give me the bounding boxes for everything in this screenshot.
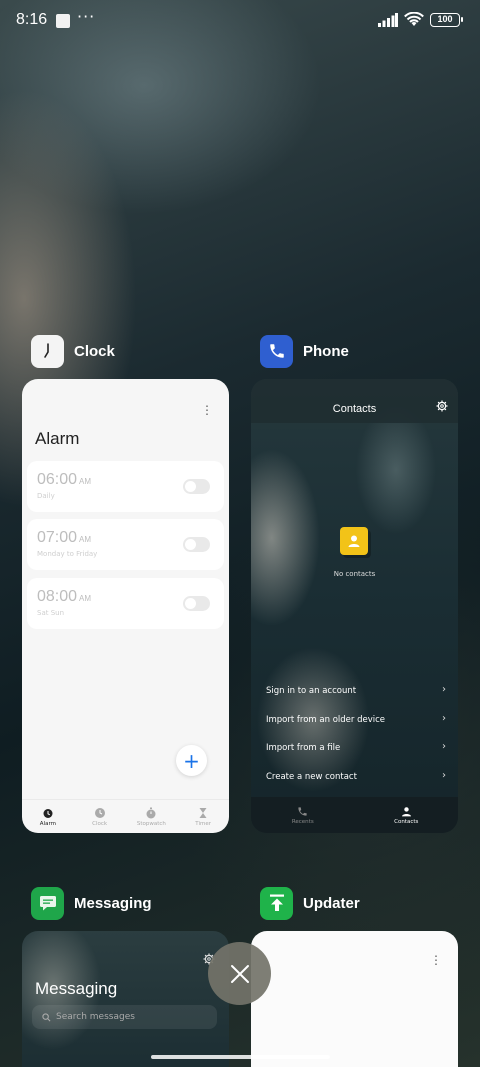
alarm-ampm: AM: [79, 594, 92, 603]
bottom-nav: Alarm Clock Stopwatch Timer: [22, 799, 229, 833]
more-notifications-icon: ···: [77, 7, 96, 26]
chevron-right-icon: ›: [442, 741, 446, 752]
app-header-clock[interactable]: Clock: [31, 334, 115, 368]
battery-icon: 100: [430, 12, 463, 27]
stopwatch-icon: [146, 807, 156, 818]
nav-clock[interactable]: Clock: [74, 800, 126, 833]
empty-state-text: No contacts: [333, 570, 376, 578]
app-card-clock[interactable]: ⋮ Alarm 06:00 AM Daily 07:00 AM Monday to …: [22, 379, 229, 833]
home-indicator[interactable]: [151, 1055, 330, 1059]
nav-label: Clock: [92, 820, 108, 827]
alarm-item[interactable]: 08:00 AM Sat Sun: [27, 578, 224, 629]
bottom-nav: Recents Contacts: [251, 797, 458, 833]
app-card-messaging[interactable]: Messaging Search messages: [22, 931, 229, 1067]
nav-contacts[interactable]: Contacts: [355, 797, 459, 833]
sign-in-account-item[interactable]: Sign in to an account ›: [266, 684, 446, 696]
menu-label: Import from a file: [266, 743, 341, 753]
app-name: Updater: [303, 894, 360, 912]
nav-recents[interactable]: Recents: [251, 797, 355, 833]
more-options-icon[interactable]: ⋮: [430, 953, 442, 967]
alarm-toggle[interactable]: [183, 479, 210, 494]
menu-label: Sign in to an account: [266, 686, 357, 696]
phone-icon: [260, 334, 293, 368]
nav-label: Contacts: [394, 818, 419, 825]
app-card-phone[interactable]: Contacts No contacts Sign in to an accou…: [251, 379, 458, 833]
person-icon: [401, 806, 411, 816]
nav-label: Recents: [291, 818, 314, 825]
clock-icon: [94, 807, 105, 818]
import-older-device-item[interactable]: Import from an older device ›: [266, 713, 446, 725]
create-contact-item[interactable]: Create a new contact ›: [266, 770, 446, 782]
alarm-ampm: AM: [79, 477, 92, 486]
alarm-item[interactable]: 07:00 AM Monday to Friday: [27, 519, 224, 570]
app-name: Phone: [303, 342, 349, 360]
app-header-messaging[interactable]: Messaging: [31, 886, 152, 920]
alarm-ampm: AM: [79, 535, 92, 544]
settings-gear-icon[interactable]: [436, 400, 448, 412]
chevron-right-icon: ›: [442, 770, 446, 781]
nav-alarm[interactable]: Alarm: [22, 800, 74, 833]
alarm-toggle[interactable]: [183, 537, 210, 552]
alarm-time: 07:00: [37, 529, 78, 546]
nav-label: Timer: [195, 820, 211, 827]
alarm-repeat: Monday to Friday: [37, 550, 98, 558]
search-input[interactable]: Search messages: [32, 1005, 217, 1029]
clear-all-button[interactable]: [208, 942, 271, 1005]
phone-topbar: [251, 379, 458, 423]
chevron-right-icon: ›: [442, 713, 446, 724]
alarm-repeat: Daily: [37, 492, 55, 500]
alarm-item[interactable]: 06:00 AM Daily: [27, 461, 224, 512]
contacts-empty-icon: [340, 527, 368, 555]
menu-label: Import from an older device: [266, 715, 385, 725]
search-icon: [42, 1012, 51, 1021]
app-card-updater[interactable]: ⋮: [251, 931, 458, 1067]
page-title: Contacts: [332, 403, 377, 415]
clock-icon: [31, 334, 64, 368]
wifi-icon: [404, 12, 424, 26]
signal-icon: [378, 12, 398, 27]
app-name: Clock: [74, 342, 115, 360]
notification-icon: [56, 14, 70, 28]
alarm-toggle[interactable]: [183, 596, 210, 611]
nav-timer[interactable]: Timer: [177, 800, 229, 833]
app-name: Messaging: [74, 894, 152, 912]
search-placeholder: Search messages: [56, 1012, 135, 1022]
phone-icon: [298, 806, 307, 816]
app-header-phone[interactable]: Phone: [260, 334, 349, 368]
status-time: 8:16: [16, 11, 48, 28]
nav-stopwatch[interactable]: Stopwatch: [126, 800, 178, 833]
page-title: Alarm: [35, 429, 80, 448]
more-options-icon[interactable]: ⋮: [201, 403, 213, 417]
menu-label: Create a new contact: [266, 772, 357, 782]
page-title: Messaging: [35, 979, 118, 998]
chevron-right-icon: ›: [442, 684, 446, 695]
alarm-icon: [43, 808, 53, 818]
add-alarm-button[interactable]: +: [176, 745, 207, 776]
nav-label: Alarm: [39, 820, 56, 827]
alarm-time: 08:00: [37, 588, 78, 605]
app-header-updater[interactable]: Updater: [260, 886, 360, 920]
status-bar: 8:16 ··· 100: [0, 0, 480, 44]
status-icons: 100: [378, 12, 463, 27]
import-file-item[interactable]: Import from a file ›: [266, 741, 446, 753]
updater-icon: [260, 886, 293, 920]
messaging-icon: [31, 886, 64, 920]
alarm-time: 06:00: [37, 471, 78, 488]
alarm-repeat: Sat Sun: [37, 609, 65, 617]
hourglass-icon: [199, 807, 207, 818]
nav-label: Stopwatch: [136, 820, 166, 827]
close-icon: [230, 964, 249, 983]
